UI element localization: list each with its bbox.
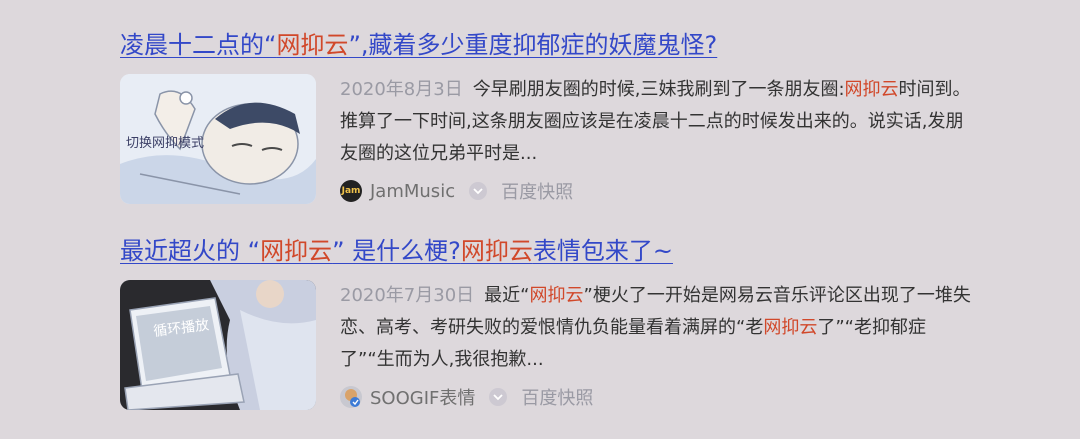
result-source: SOOGIF表情 百度快照 [340,380,980,414]
abstract-highlight: 网抑云 [529,285,584,306]
title-highlight: 网抑云 [260,237,333,265]
result-title-link[interactable]: 凌晨十二点的“网抑云”,藏着多少重度抑郁症的妖魔鬼怪? [120,26,980,64]
title-text: 最近超火的 “ [120,237,261,265]
result-thumbnail[interactable]: 切换网抑模式 [120,74,316,204]
title-text: ” 是什么梗? [332,237,461,265]
soogif-logo-icon [340,386,362,408]
abstract-text: 最近“ [484,285,530,306]
title-text: 凌晨十二点的“ [120,31,277,59]
result-abstract: 2020年7月30日 最近“网抑云”梗火了一开始是网易云音乐评论区出现了一堆失恋、… [340,280,980,376]
abstract-highlight: 网抑云 [763,317,818,338]
result-abstract: 2020年8月3日 今早刷朋友圈的时候,三妹我刷到了一条朋友圈:网抑云时间到。 推… [340,74,980,170]
jammusic-logo-icon: Jam [340,180,362,202]
abstract-highlight: 网抑云 [844,79,899,100]
abstract-text: 今早刷朋友圈的时候,三妹我刷到了一条朋友圈: [472,79,845,100]
chevron-down-icon[interactable] [489,388,508,406]
result-date: 2020年7月30日 [340,285,475,306]
title-text: 表情包来了~ [532,237,673,265]
thumbnail-illustration: 切换网抑模式 [120,74,316,204]
result-date: 2020年8月3日 [340,79,463,100]
thumbnail-illustration: 循环播放 [120,280,316,410]
title-highlight: 网抑云 [276,31,349,59]
result-source: Jam JamMusic 百度快照 [340,174,980,208]
logo-text: Jam [341,186,361,196]
title-highlight: 网抑云 [460,237,533,265]
title-text: ”,藏着多少重度抑郁症的妖魔鬼怪? [348,31,718,59]
source-site-name[interactable]: JamMusic [370,181,455,202]
source-site-name[interactable]: SOOGIF表情 [370,384,475,410]
thumb-caption: 切换网抑模式 [126,136,204,151]
result-thumbnail[interactable]: 循环播放 [120,280,316,410]
result-title-link[interactable]: 最近超火的 “网抑云” 是什么梗?网抑云表情包来了~ [120,232,980,270]
snapshot-link[interactable]: 百度快照 [501,178,573,204]
search-result: 最近超火的 “网抑云” 是什么梗?网抑云表情包来了~ 循环播放 2020年7月3… [120,232,980,410]
search-result: 凌晨十二点的“网抑云”,藏着多少重度抑郁症的妖魔鬼怪? 切换网抑模式 2020年… [120,26,980,204]
chevron-down-icon[interactable] [469,182,488,200]
snapshot-link[interactable]: 百度快照 [521,384,593,410]
